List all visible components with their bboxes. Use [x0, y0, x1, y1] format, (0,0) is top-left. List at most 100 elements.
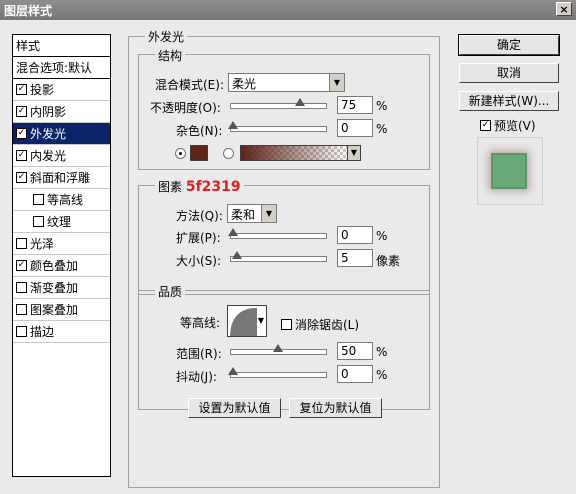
glow-gradient-picker[interactable] — [240, 145, 348, 161]
style-item[interactable]: 渐变叠加 — [13, 277, 110, 299]
contour-picker[interactable]: ▼ — [227, 305, 267, 337]
style-item[interactable]: ✓ 内发光 — [13, 145, 110, 167]
cancel-button[interactable]: 取消 — [459, 63, 559, 83]
style-item-label: 斜面和浮雕 — [30, 171, 91, 185]
blending-options-item[interactable]: 混合选项:默认 — [13, 57, 110, 79]
antialias-label: 消除锯齿(L) — [295, 318, 360, 332]
styles-list: 样式 混合选项:默认 ✓ 投影 ✓ 内阴影 ✓ 外发光 ✓ 内发光 ✓ 斜面和浮雕 等高线 纹理 光泽 ✓… — [12, 34, 111, 477]
title-bar: 图层样式 × — [0, 0, 576, 20]
gradient-radio[interactable] — [223, 148, 234, 159]
window-title: 图层样式 — [4, 4, 53, 18]
reset-default-button[interactable]: 复位为默认值 — [289, 398, 382, 418]
gradient-dropdown[interactable]: ▼ — [347, 145, 361, 161]
noise-input[interactable]: 0 — [337, 119, 373, 137]
ok-button[interactable]: 确定 — [458, 34, 560, 56]
spread-slider[interactable] — [228, 228, 327, 239]
style-item-label: 等高线 — [47, 193, 84, 207]
style-item[interactable]: 纹理 — [13, 211, 110, 233]
outer-glow-title: 外发光 — [145, 28, 188, 45]
style-item[interactable]: ✓ 投影 — [13, 79, 110, 101]
styles-header[interactable]: 样式 — [13, 35, 110, 57]
spread-unit: % — [376, 229, 388, 243]
style-item-checkbox[interactable]: ✓ — [16, 128, 27, 139]
preview-label: 预览(V) — [494, 119, 536, 133]
style-item[interactable]: ✓ 斜面和浮雕 — [13, 167, 110, 189]
structure-title: 结构 — [155, 47, 186, 64]
preview-checkbox[interactable]: ✓ 预览(V) — [480, 117, 536, 134]
style-item-checkbox[interactable] — [33, 194, 44, 205]
jitter-unit: % — [376, 368, 388, 382]
style-item[interactable]: 描边 — [13, 321, 110, 343]
antialias-checkbox[interactable]: 消除锯齿(L) — [281, 316, 359, 333]
technique-label: 方法(Q): — [176, 209, 223, 223]
style-item[interactable]: 光泽 — [13, 233, 110, 255]
spread-slider-thumb[interactable] — [228, 228, 238, 236]
size-slider-thumb[interactable] — [232, 251, 243, 259]
style-item-checkbox[interactable]: ✓ — [16, 84, 27, 95]
range-slider[interactable] — [230, 344, 327, 355]
style-item-label: 内发光 — [30, 149, 67, 163]
contour-curve-icon — [230, 308, 257, 336]
jitter-slider-thumb[interactable] — [228, 367, 238, 375]
style-item-checkbox[interactable]: ✓ — [16, 260, 27, 271]
style-item[interactable]: ✓ 颜色叠加 — [13, 255, 110, 277]
technique-select[interactable]: 柔和 ▼ — [227, 204, 277, 223]
style-item-label: 投影 — [30, 83, 55, 97]
range-label: 范围(R): — [176, 347, 222, 361]
jitter-input[interactable]: 0 — [337, 365, 373, 383]
size-slider[interactable] — [230, 251, 327, 262]
new-style-button[interactable]: 新建样式(W)... — [459, 91, 559, 111]
glow-color-swatch[interactable] — [190, 145, 208, 161]
style-item-label: 描边 — [30, 325, 55, 339]
jitter-label: 抖动(J): — [176, 370, 217, 384]
style-item-label: 光泽 — [30, 237, 55, 251]
style-item-label: 外发光 — [30, 127, 67, 141]
style-item-checkbox[interactable]: ✓ — [16, 150, 27, 161]
style-item[interactable]: ✓ 内阴影 — [13, 101, 110, 123]
blend-mode-select[interactable]: 柔光 ▼ — [228, 73, 345, 92]
quality-title: 品质 — [155, 283, 186, 300]
noise-unit: % — [376, 122, 388, 136]
style-item[interactable]: 图案叠加 — [13, 299, 110, 321]
spread-label: 扩展(P): — [176, 231, 221, 245]
blend-mode-value: 柔光 — [232, 77, 257, 91]
style-item-checkbox[interactable] — [16, 282, 27, 293]
opacity-slider-thumb[interactable] — [294, 98, 305, 106]
preview-square — [491, 153, 527, 189]
make-default-button[interactable]: 设置为默认值 — [188, 398, 281, 418]
elements-title-text: 图素 — [158, 180, 183, 194]
style-item-checkbox[interactable]: ✓ — [16, 106, 27, 117]
range-unit: % — [376, 345, 388, 359]
antialias-checkbox-box[interactable] — [281, 319, 292, 330]
style-item[interactable]: ✓ 外发光 — [13, 123, 110, 145]
color-annotation: 5f2319 — [185, 179, 241, 195]
layer-style-dialog: 样式 混合选项:默认 ✓ 投影 ✓ 内阴影 ✓ 外发光 ✓ 内发光 ✓ 斜面和浮雕 等高线 纹理 光泽 ✓… — [0, 20, 576, 494]
style-item-checkbox[interactable] — [16, 304, 27, 315]
size-input[interactable]: 5 — [337, 249, 373, 267]
style-item-label: 渐变叠加 — [30, 281, 79, 295]
style-item-checkbox[interactable] — [33, 216, 44, 227]
size-label: 大小(S): — [176, 254, 222, 268]
style-preview-thumbnail — [477, 137, 543, 205]
style-item-label: 颜色叠加 — [30, 259, 79, 273]
elements-title: 图素 5f2319 — [155, 178, 244, 195]
chevron-down-icon: ▼ — [257, 316, 264, 325]
size-unit: 像素 — [376, 254, 401, 268]
solid-color-radio[interactable] — [175, 148, 186, 159]
close-button[interactable]: × — [556, 2, 572, 16]
style-item[interactable]: 等高线 — [13, 189, 110, 211]
jitter-slider[interactable] — [228, 367, 327, 378]
style-item-checkbox[interactable] — [16, 238, 27, 249]
style-item-checkbox[interactable] — [16, 326, 27, 337]
range-slider-thumb[interactable] — [272, 344, 283, 352]
range-input[interactable]: 50 — [337, 342, 373, 360]
noise-slider[interactable] — [228, 121, 327, 132]
opacity-unit: % — [376, 99, 388, 113]
noise-slider-thumb[interactable] — [228, 121, 238, 129]
chevron-down-icon: ▼ — [348, 146, 360, 160]
opacity-slider[interactable] — [230, 98, 327, 109]
opacity-input[interactable]: 75 — [337, 96, 373, 114]
style-item-checkbox[interactable]: ✓ — [16, 172, 27, 183]
preview-checkbox-box[interactable]: ✓ — [480, 120, 491, 131]
spread-input[interactable]: 0 — [337, 226, 373, 244]
